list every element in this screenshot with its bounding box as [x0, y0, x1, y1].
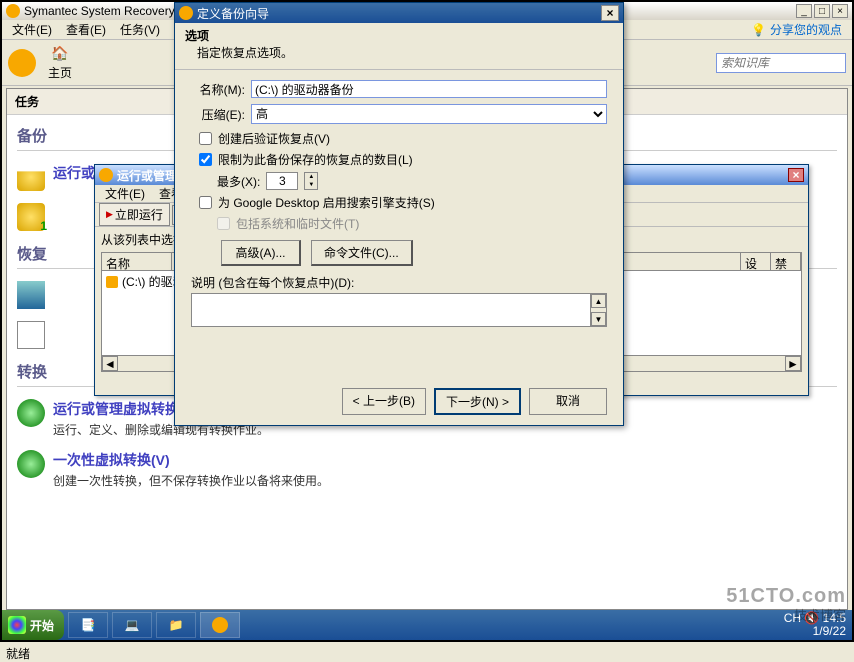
backup-wizard-dialog: 定义备份向导 × 选项 指定恢复点选项。 名称(M): 压缩(E): 高 创建后…: [174, 2, 624, 426]
menu-view[interactable]: 查看(E): [60, 19, 112, 40]
col-disable[interactable]: 禁: [771, 253, 801, 270]
status-text: 就绪: [6, 645, 30, 662]
name-input[interactable]: [251, 80, 607, 98]
minimize-button[interactable]: _: [796, 4, 812, 18]
maximize-button[interactable]: □: [814, 4, 830, 18]
app-icon: [6, 4, 20, 18]
drive-icon: [106, 276, 118, 288]
system-tray[interactable]: CH 🔇 14:5 1/9/22: [778, 612, 852, 638]
run-now-button[interactable]: 立即运行: [99, 203, 170, 226]
dialog1-close-button[interactable]: ×: [788, 168, 804, 182]
convert-once-desc: 创建一次性转换，但不保存转换作业以备将来使用。: [53, 472, 329, 489]
google-checkbox[interactable]: [199, 196, 212, 209]
wizard-titlebar[interactable]: 定义备份向导 ×: [175, 3, 623, 23]
taskbar: 开始 📑 💻 📁 CH 🔇 14:5 1/9/22: [2, 610, 852, 640]
app-logo-icon: [8, 49, 36, 77]
col-name[interactable]: 名称: [102, 253, 172, 270]
backup-once-icon: [17, 203, 45, 231]
close-button[interactable]: ×: [832, 4, 848, 18]
dialog1-menu-file[interactable]: 文件(E): [99, 183, 151, 204]
backup-icon: [17, 163, 45, 191]
advanced-button[interactable]: 高级(A)...: [221, 240, 301, 266]
wizard-body: 名称(M): 压缩(E): 高 创建后验证恢复点(V) 限制为此备份保存的恢复点…: [175, 70, 623, 337]
command-file-button[interactable]: 命令文件(C)...: [311, 240, 413, 266]
taskbar-item-2[interactable]: 💻: [112, 612, 152, 638]
cancel-button[interactable]: 取消: [529, 388, 607, 415]
convert-once-icon: [17, 450, 45, 478]
menu-file[interactable]: 文件(E): [6, 19, 58, 40]
home-icon: 🏠: [51, 45, 68, 62]
max-label: 最多(X):: [217, 173, 260, 190]
compress-label: 压缩(E):: [191, 106, 245, 123]
verify-checkbox[interactable]: [199, 132, 212, 145]
convert-icon: [17, 399, 45, 427]
recover-computer-icon: [17, 281, 45, 309]
wizard-icon: [179, 6, 193, 20]
description-textarea[interactable]: ▲▼: [191, 293, 607, 327]
name-label: 名称(M):: [191, 81, 245, 98]
taskbar-item-3[interactable]: 📁: [156, 612, 196, 638]
scroll-down[interactable]: ▼: [591, 312, 606, 326]
max-input[interactable]: [266, 172, 298, 190]
home-button[interactable]: 🏠 主页: [48, 45, 72, 81]
start-button[interactable]: 开始: [2, 610, 64, 640]
window-buttons: _ □ ×: [796, 4, 848, 18]
col-set[interactable]: 设: [741, 253, 771, 270]
scroll-left[interactable]: ◄: [102, 356, 118, 371]
recover-files-icon: [17, 321, 45, 349]
temp-label: 包括系统和临时文件(T): [236, 215, 359, 232]
wizard-subheading: 指定恢复点选项。: [185, 44, 613, 61]
run-manage-backup-link[interactable]: 运行或: [53, 165, 95, 181]
back-button[interactable]: < 上一步(B): [342, 388, 426, 415]
scroll-up[interactable]: ▲: [591, 294, 606, 308]
dialog1-icon: [99, 168, 113, 182]
taskbar-item-1[interactable]: 📑: [68, 612, 108, 638]
app-title: Symantec System Recovery 2: [24, 4, 185, 18]
taskbar-item-app[interactable]: [200, 612, 240, 638]
verify-label: 创建后验证恢复点(V): [218, 130, 330, 147]
next-button[interactable]: 下一步(N) >: [434, 388, 521, 415]
wizard-heading: 选项: [185, 27, 613, 44]
one-time-conversion-link[interactable]: 一次性虚拟转换(V): [53, 452, 170, 468]
menu-tasks[interactable]: 任务(V): [114, 19, 166, 40]
wizard-footer: < 上一步(B) 下一步(N) > 取消: [175, 388, 623, 415]
wizard-close-button[interactable]: ×: [601, 5, 619, 21]
limit-label: 限制为此备份保存的恢复点的数目(L): [218, 151, 413, 168]
limit-checkbox[interactable]: [199, 153, 212, 166]
temp-checkbox: [217, 217, 230, 230]
compress-select[interactable]: 高: [251, 104, 607, 124]
google-label: 为 Google Desktop 启用搜索引擎支持(S): [218, 194, 435, 211]
desc-label: 说明 (包含在每个恢复点中)(D):: [191, 274, 607, 291]
search-input[interactable]: [716, 53, 846, 73]
feedback-link[interactable]: 分享您的观点: [745, 19, 848, 40]
spin-buttons[interactable]: ▲▼: [304, 172, 318, 190]
wizard-header: 选项 指定恢复点选项。: [175, 23, 623, 70]
wizard-title: 定义备份向导: [197, 5, 269, 22]
home-label: 主页: [48, 64, 72, 81]
scroll-right[interactable]: ►: [785, 356, 801, 371]
